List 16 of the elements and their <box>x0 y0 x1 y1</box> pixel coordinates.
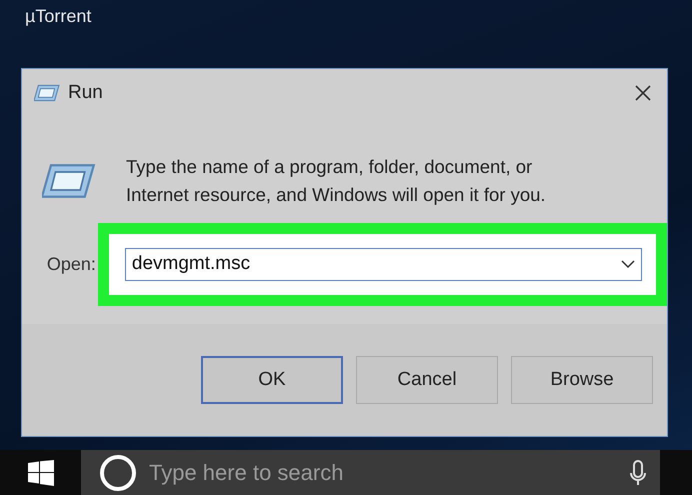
run-icon <box>42 163 96 199</box>
dialog-button[interactable]: Browse <box>511 356 653 404</box>
instruction-text: Type the name of a program, folder, document, or Internet resource, and Windows will open it for you. <box>126 155 547 207</box>
cortana-icon <box>99 454 137 492</box>
run-icon <box>34 84 60 102</box>
microphone-icon[interactable] <box>630 460 646 486</box>
dialog-button[interactable]: OK <box>201 356 343 404</box>
windows-icon[interactable] <box>28 460 54 486</box>
open-label: Open: <box>46 253 97 276</box>
search-box[interactable]: Type here to search <box>81 450 660 495</box>
open-input-field[interactable]: devmgmt.msc <box>132 250 621 279</box>
desktop-icon-label[interactable]: µTorrent <box>25 4 92 28</box>
dropdown-icon[interactable] <box>621 260 635 269</box>
dialog-button[interactable]: Cancel <box>356 356 498 404</box>
window-title: Run <box>68 80 103 105</box>
open-combo-box[interactable]: devmgmt.msc <box>124 248 642 281</box>
